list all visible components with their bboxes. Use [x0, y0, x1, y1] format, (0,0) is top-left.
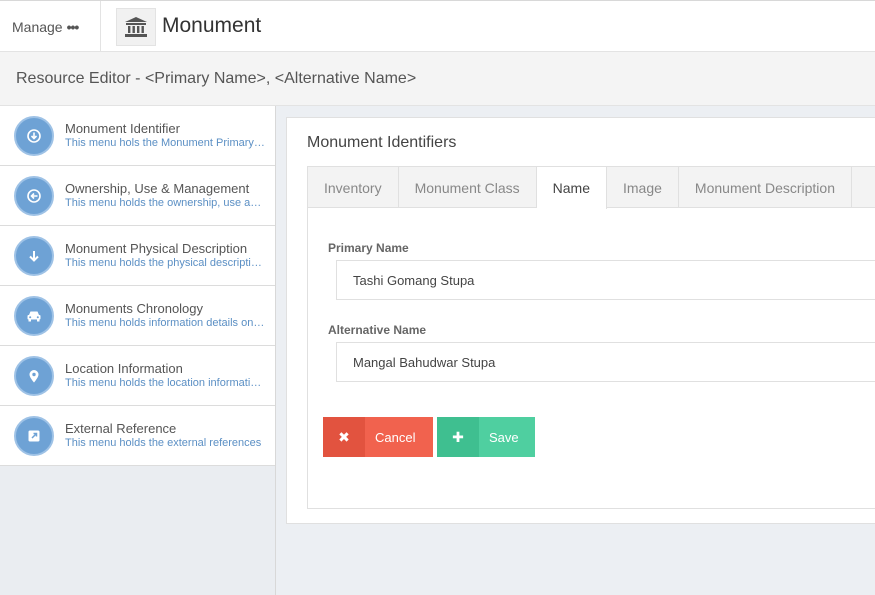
cancel-button-label: Cancel — [375, 429, 416, 445]
tab-name[interactable]: Name — [536, 167, 607, 209]
sidebar-item-description: This menu holds the ownership, use and m… — [65, 197, 265, 209]
top-bar: Manage ••• Monument — [0, 0, 875, 52]
car-icon — [14, 296, 54, 336]
save-button-label: Save — [489, 429, 519, 445]
sidebar-item-chronology[interactable]: Monuments Chronology This menu holds inf… — [0, 286, 275, 346]
save-button[interactable]: ✚ Save — [437, 417, 535, 457]
sidebar-item-label: Location Information — [65, 361, 183, 376]
sidebar-item-description: This menu holds the external references — [65, 437, 262, 449]
sidebar-item-description: This menu holds information details on c… — [65, 317, 265, 329]
sidebar-item-description: This menu hols the Monument Primary Name — [65, 137, 265, 149]
arrow-down-circle-icon — [14, 116, 54, 156]
sidebar-item-ownership[interactable]: Ownership, Use & Management This menu ho… — [0, 166, 275, 226]
tab-bar: Inventory Monument Class Name Image Monu… — [307, 166, 875, 209]
close-icon: ✖ — [323, 417, 365, 457]
name-tab-content: Primary Name Alternative Name ✖ Cancel ✚… — [307, 207, 875, 509]
sidebar-item-external-reference[interactable]: External Reference This menu holds the e… — [0, 406, 275, 466]
sidebar-item-location[interactable]: Location Information This menu holds the… — [0, 346, 275, 406]
tab-monument-description[interactable]: Monument Description — [679, 167, 852, 208]
page-title: Monument — [162, 14, 262, 37]
more-icon: ••• — [66, 18, 80, 35]
monument-identifiers-panel: Monument Identifiers Inventory Monument … — [286, 117, 875, 524]
manage-label: Manage — [12, 18, 63, 35]
sidebar-item-description: This menu holds the location information… — [65, 377, 265, 389]
resource-editor-header: Resource Editor - <Primary Name>, <Alter… — [0, 52, 875, 106]
tab-image[interactable]: Image — [607, 167, 679, 208]
alternative-name-field[interactable] — [336, 342, 875, 382]
plus-icon: ✚ — [437, 417, 479, 457]
sidebar-item-label: External Reference — [65, 421, 177, 436]
sidebar-item-label: Monument Identifier — [65, 121, 180, 136]
arrow-left-circle-icon — [14, 176, 54, 216]
tab-monument-class[interactable]: Monument Class — [399, 167, 537, 208]
sidebar-item-physical-description[interactable]: Monument Physical Description This menu … — [0, 226, 275, 286]
arrow-down-icon — [14, 236, 54, 276]
sidebar-item-description: This menu holds the physical description… — [65, 257, 265, 269]
sidebar-item-monument-identifier[interactable]: Monument Identifier This menu hols the M… — [0, 106, 275, 166]
primary-name-label: Primary Name — [328, 241, 409, 255]
external-link-icon — [14, 416, 54, 456]
monument-icon — [116, 8, 156, 46]
alternative-name-label: Alternative Name — [328, 323, 427, 337]
cancel-button[interactable]: ✖ Cancel — [323, 417, 433, 457]
sidebar-item-label: Monuments Chronology — [65, 301, 204, 316]
tab-inventory[interactable]: Inventory — [308, 167, 399, 208]
panel-title: Monument Identifiers — [307, 134, 457, 151]
resource-editor-title: Resource Editor - <Primary Name>, <Alter… — [16, 69, 417, 87]
sidebar-item-label: Monument Physical Description — [65, 241, 248, 256]
primary-name-field[interactable] — [336, 260, 875, 300]
sidebar: Monument Identifier This menu hols the M… — [0, 106, 276, 595]
manage-menu-button[interactable]: Manage ••• — [0, 1, 101, 52]
map-marker-icon — [14, 356, 54, 396]
sidebar-item-label: Ownership, Use & Management — [65, 181, 250, 196]
